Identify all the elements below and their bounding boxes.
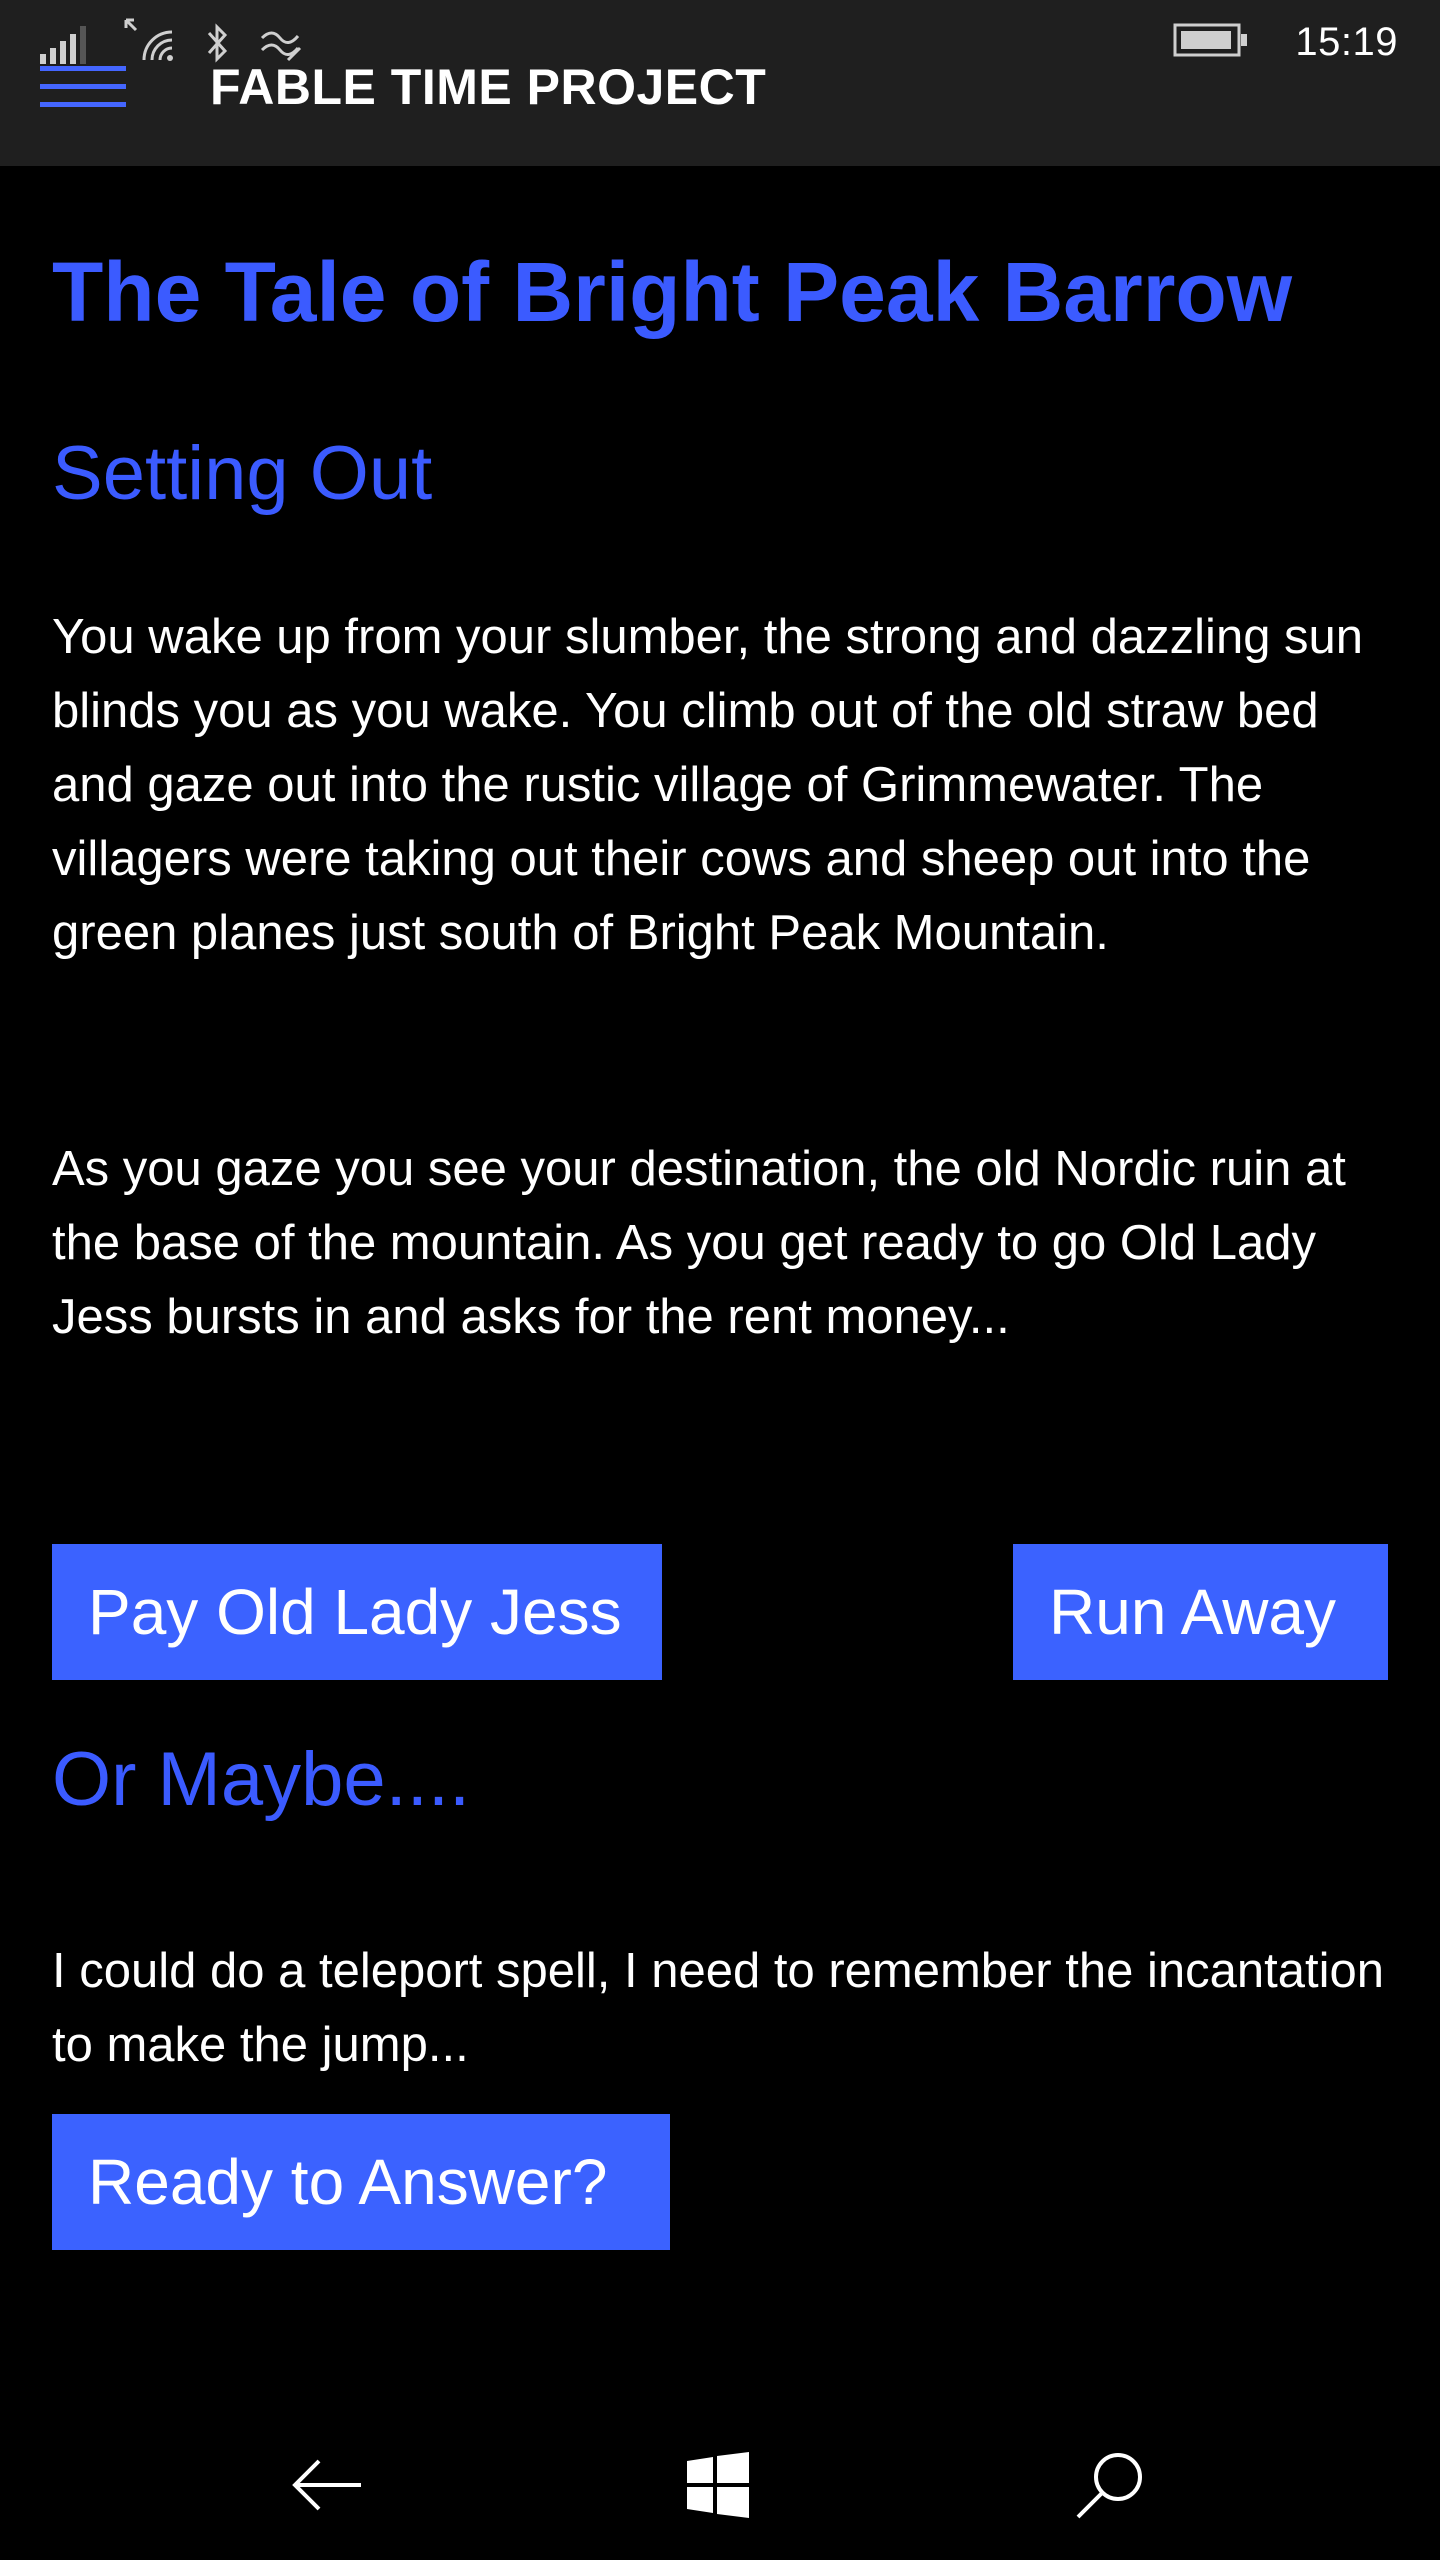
section-heading-setting-out: Setting Out — [52, 431, 433, 516]
app-header: 15:19 FABLE TIME PROJECT — [0, 0, 1440, 166]
story-paragraph-2: As you gaze you see your destination, th… — [52, 1142, 1346, 1344]
windows-logo-icon[interactable] — [673, 2440, 763, 2530]
wifi-icon — [122, 10, 178, 64]
status-bar-left — [40, 14, 304, 64]
system-nav-bar — [0, 2400, 1440, 2560]
run-away-button[interactable]: Run Away — [1013, 1544, 1388, 1680]
hamburger-menu-icon[interactable] — [40, 60, 126, 116]
battery-icon — [1173, 22, 1249, 63]
story-title: The Tale of Bright Peak Barrow — [52, 245, 1293, 339]
status-time: 15:19 — [1295, 19, 1398, 64]
ready-to-answer-button[interactable]: Ready to Answer? — [52, 2114, 670, 2250]
pay-old-lady-jess-button[interactable]: Pay Old Lady Jess — [52, 1544, 662, 1680]
status-bar-right: 15:19 — [1173, 14, 1398, 70]
signal-icon — [40, 24, 94, 64]
story-paragraph-3: I could do a teleport spell, I need to r… — [52, 1944, 1384, 2072]
back-arrow-icon[interactable] — [282, 2440, 372, 2530]
app-title: FABLE TIME PROJECT — [210, 59, 767, 115]
search-icon[interactable] — [1065, 2440, 1155, 2530]
story-paragraph-1: You wake up from your slumber, the stron… — [52, 610, 1364, 960]
section-heading-or-maybe: Or Maybe.... — [52, 1737, 471, 1822]
